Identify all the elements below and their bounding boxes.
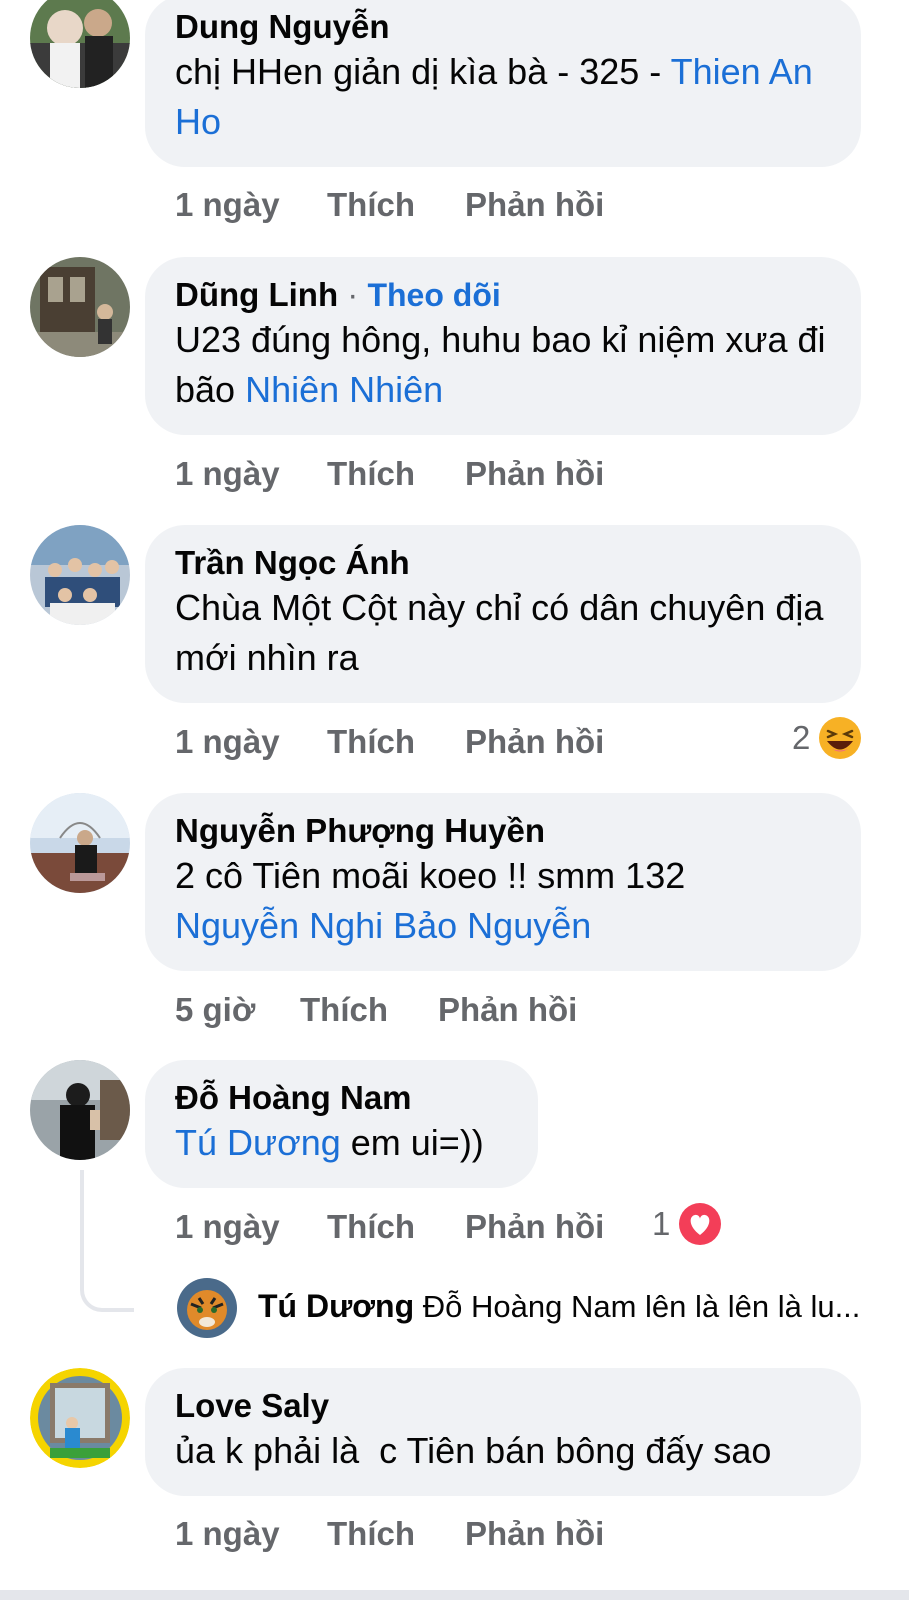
author-name[interactable]: Love Saly: [175, 1386, 831, 1426]
reply-button[interactable]: Phản hồi: [465, 1208, 604, 1246]
avatar[interactable]: [30, 1060, 130, 1160]
timestamp[interactable]: 1 ngày: [175, 1515, 280, 1553]
reply-button[interactable]: Phản hồi: [465, 455, 604, 493]
reply-avatar[interactable]: [177, 1278, 237, 1338]
author-name-row: Dũng Linh · Theo dõi: [175, 275, 831, 315]
avatar[interactable]: [30, 793, 130, 893]
comment-text: Tú Dương em ui=)): [175, 1122, 484, 1163]
reaction-count: 1: [652, 1205, 671, 1242]
mention-link[interactable]: Nguyễn Nghi Bảo Nguyễn: [175, 905, 591, 946]
timestamp[interactable]: 1 ngày: [175, 1208, 280, 1246]
reply-button[interactable]: Phản hồi: [465, 1515, 604, 1553]
reply-preview[interactable]: Tú Dương Đỗ Hoàng Nam lên là lên là lu..…: [258, 1288, 898, 1325]
reply-button[interactable]: Phản hồi: [438, 991, 577, 1029]
comment-bubble: Dung Nguyễn chị HHen giản dị kìa bà - 32…: [145, 0, 861, 167]
comment-text: Chùa Một Cột này chỉ có dân chuyên địa m…: [175, 587, 824, 678]
bottom-divider: [0, 1590, 909, 1600]
reply-text: Đỗ Hoàng Nam lên là lên là lu...: [422, 1289, 861, 1324]
comment-text: ủa k phải là c Tiên bán bông đấy sao: [175, 1430, 772, 1471]
author-name[interactable]: Dung Nguyễn: [175, 7, 831, 47]
timestamp[interactable]: 1 ngày: [175, 723, 280, 761]
avatar[interactable]: [30, 257, 130, 357]
like-button[interactable]: Thích: [327, 186, 415, 224]
like-button[interactable]: Thích: [327, 1515, 415, 1553]
heart-reaction-icon: [679, 1203, 722, 1245]
avatar[interactable]: [30, 525, 130, 625]
reply-button[interactable]: Phản hồi: [465, 723, 604, 761]
like-button[interactable]: Thích: [327, 455, 415, 493]
comment-text: U23 đúng hông, huhu bao kỉ niệm xưa đi b…: [175, 319, 826, 410]
avatar[interactable]: [30, 1368, 130, 1468]
mention-link[interactable]: Nhiên Nhiên: [245, 369, 443, 410]
author-name[interactable]: Dũng Linh: [175, 276, 338, 313]
avatar[interactable]: [30, 0, 130, 88]
like-button[interactable]: Thích: [327, 723, 415, 761]
reply-author[interactable]: Tú Dương: [258, 1288, 414, 1324]
mention-link[interactable]: Tú Dương: [175, 1122, 341, 1163]
comment-text: 2 cô Tiên moãi koeo !! smm 132 Nguyễn Ngh…: [175, 855, 686, 946]
timestamp[interactable]: 1 ngày: [175, 186, 280, 224]
laugh-emoji-icon: [819, 717, 862, 759]
timestamp[interactable]: 5 giờ: [175, 991, 255, 1029]
reaction-summary[interactable]: 2: [792, 716, 862, 760]
reaction-count: 2: [792, 719, 811, 756]
author-name[interactable]: Nguyễn Phượng Huyền: [175, 811, 831, 851]
author-name[interactable]: Đỗ Hoàng Nam: [175, 1078, 508, 1118]
comment-text: chị HHen giản dị kìa bà - 325 - Thien An…: [175, 51, 813, 142]
reply-button[interactable]: Phản hồi: [465, 186, 604, 224]
follow-button[interactable]: Theo dõi: [367, 277, 500, 313]
timestamp[interactable]: 1 ngày: [175, 455, 280, 493]
author-name[interactable]: Trần Ngọc Ánh: [175, 543, 831, 583]
comment-bubble: Trần Ngọc Ánh Chùa Một Cột này chỉ có dâ…: [145, 525, 861, 703]
comment-bubble: Đỗ Hoàng Nam Tú Dương em ui=)): [145, 1060, 538, 1188]
reaction-summary[interactable]: 1: [652, 1202, 722, 1246]
comment-bubble: Love Saly ủa k phải là c Tiên bán bông đ…: [145, 1368, 861, 1496]
comment-bubble: Dũng Linh · Theo dõi U23 đúng hông, huhu…: [145, 257, 861, 435]
separator-dot: ·: [338, 276, 368, 313]
like-button[interactable]: Thích: [300, 991, 388, 1029]
thread-connector-line: [80, 1170, 134, 1312]
comment-bubble: Nguyễn Phượng Huyền 2 cô Tiên moãi koeo …: [145, 793, 861, 971]
like-button[interactable]: Thích: [327, 1208, 415, 1246]
